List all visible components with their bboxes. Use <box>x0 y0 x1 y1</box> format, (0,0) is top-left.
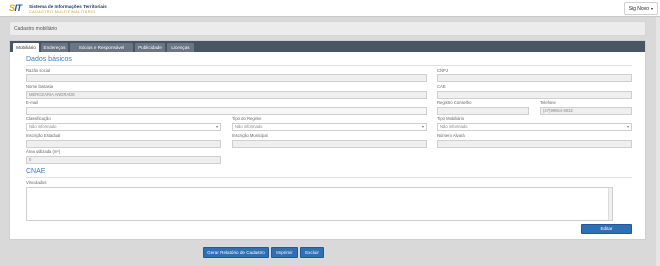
user-menu-button[interactable]: Sig Novo ▾ <box>623 2 658 15</box>
section-divider <box>26 65 632 66</box>
tipo-mobiliario-value: Não informado <box>440 124 468 129</box>
imprimir-button[interactable]: Imprimir <box>271 247 298 258</box>
form-card: Mobiliário Endereços Sócios e Responsáve… <box>9 40 646 240</box>
tipo-regime-value: Não informado <box>235 124 263 129</box>
logo-mark: SIT <box>9 3 22 13</box>
cae-field[interactable] <box>437 91 632 99</box>
telefone-field[interactable]: (47)99654-8032 <box>540 107 632 115</box>
label-vinculados: Vinculados <box>26 180 47 185</box>
label-registro-conselho: Registro Conselho <box>437 100 472 105</box>
label-area-utilizada: Área utilizada (m²) <box>26 149 61 154</box>
cnae-list-scrollbar[interactable] <box>608 188 612 220</box>
label-razao-social: Razão social <box>26 68 50 73</box>
chevron-down-icon: ▾ <box>626 124 629 129</box>
inscricao-estadual-field[interactable] <box>26 140 221 148</box>
tipo-mobiliario-select[interactable]: Não informado ▾ <box>437 123 632 131</box>
logo-mark-it: IT <box>14 3 23 13</box>
page-title: Cadastro mobiliário <box>14 26 58 32</box>
top-bar: SIT Sistema de Informações Territoriais … <box>0 0 660 17</box>
page-scrollbar[interactable] <box>656 17 660 266</box>
tab-mobiliario[interactable]: Mobiliário <box>13 43 39 52</box>
cnae-vinculados-list[interactable] <box>26 187 613 221</box>
tab-enderecos[interactable]: Endereços <box>41 43 68 52</box>
tipo-regime-select[interactable]: Não informado ▾ <box>232 123 427 131</box>
label-inscricao-estadual: Inscrição Estadual <box>26 133 61 138</box>
gerar-relatorio-button[interactable]: Gerar Relatório de Cadastro <box>203 247 269 258</box>
chevron-down-icon: ▾ <box>421 124 424 129</box>
app-logo[interactable]: SIT Sistema de Informações Territoriais … <box>9 3 107 15</box>
area-utilizada-field[interactable]: 0 <box>26 156 221 164</box>
numero-alvara-field[interactable] <box>437 140 632 148</box>
section-title-cnae: CNAE <box>26 168 46 175</box>
chevron-down-icon: ▾ <box>650 5 653 11</box>
tab-licencas[interactable]: Licenças <box>167 43 194 52</box>
label-telefone: Telefone <box>540 100 556 105</box>
tab-socios-responsavel[interactable]: Sócios e Responsável <box>70 43 133 52</box>
label-tipo-mobiliario: Tipo Mobiliário <box>437 116 465 121</box>
inscricao-municipal-field[interactable] <box>232 140 427 148</box>
user-menu-label: Sig Novo <box>628 5 649 12</box>
tab-bar: Mobiliário Endereços Sócios e Responsáve… <box>10 41 645 52</box>
cnpj-field[interactable] <box>437 74 632 82</box>
label-nome-fantasia: Nome fantasia <box>26 84 53 89</box>
label-tipo-regime: Tipo do Regime <box>232 116 262 121</box>
logo-subtitle: CADASTRO MULTIFINALITÁRIO <box>29 10 96 14</box>
registro-conselho-field[interactable] <box>437 107 529 115</box>
razao-social-field[interactable] <box>26 74 427 82</box>
label-cnpj: CNPJ <box>437 68 448 73</box>
label-email: E-mail <box>26 100 38 105</box>
chevron-down-icon: ▾ <box>215 124 218 129</box>
logo-title: Sistema de Informações Territoriais <box>29 4 107 9</box>
label-cae: CAE <box>437 84 446 89</box>
label-inscricao-municipal: Inscrição Municipal <box>232 133 268 138</box>
classificacao-value: Não informado <box>29 124 57 129</box>
label-classificacao: Classificação <box>26 116 51 121</box>
email-field[interactable] <box>26 107 427 115</box>
tab-publicidade[interactable]: Publicidade <box>135 43 165 52</box>
editar-button[interactable]: Editar <box>581 224 632 234</box>
label-numero-alvara: Número Alvará <box>437 133 465 138</box>
excluir-button[interactable]: Excluir <box>300 247 324 258</box>
classificacao-select[interactable]: Não informado ▾ <box>26 123 221 131</box>
section-divider <box>26 177 632 178</box>
page-header-panel: Cadastro mobiliário <box>9 21 646 36</box>
section-title-dados-basicos: Dados básicos <box>26 56 72 63</box>
nome-fantasia-field[interactable]: MERCEARIA ANDRADE <box>26 91 427 99</box>
